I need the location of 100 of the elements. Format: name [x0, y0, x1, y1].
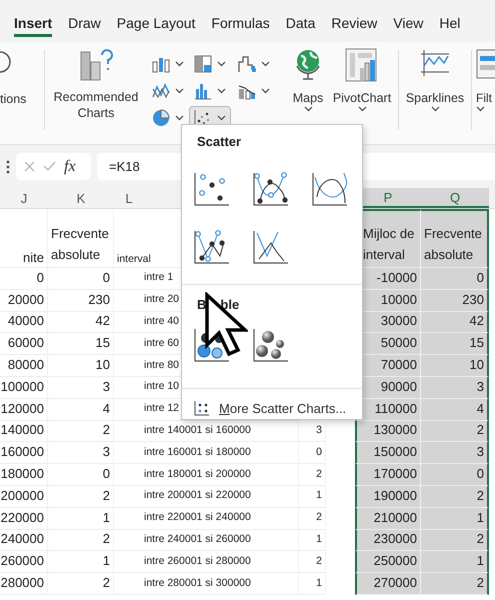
pivotchart-button[interactable]: PivotChart [330, 48, 394, 138]
table-cell: 2 [421, 530, 489, 552]
caret-icon [261, 88, 270, 94]
table-cell: 230000 [355, 530, 421, 552]
ribbon-tab[interactable]: View [393, 15, 424, 37]
table-cell: 3 [421, 376, 489, 399]
section-title: ble [220, 297, 240, 314]
caret-icon [476, 106, 485, 112]
table-cell: 10 [48, 355, 114, 377]
header-cell: Frecvente absolute [48, 209, 114, 268]
ribbon-tab[interactable]: Insert [14, 15, 52, 37]
table-cell: 0 [48, 268, 114, 290]
caret-icon [175, 88, 184, 94]
table-cell: 2 [299, 508, 326, 530]
maps-button[interactable]: Maps [286, 48, 330, 138]
section-title: Scatter [197, 134, 242, 151]
table-cell: 190000 [355, 486, 421, 508]
table-cell: 2 [48, 530, 114, 552]
table-cell: 0 [0, 268, 48, 290]
table-cell: 10 [421, 355, 489, 377]
table-cell: 0 [421, 464, 489, 486]
ribbon-tab[interactable]: Data [286, 15, 316, 37]
table-cell: 1 [421, 508, 489, 530]
insert-function-button[interactable]: fx [64, 158, 76, 176]
table-cell: 2 [421, 573, 489, 595]
table-cell: 1 [48, 551, 114, 574]
table-cell: 1 [299, 530, 326, 552]
more-options-icon[interactable] [6, 160, 10, 174]
caret-icon [430, 106, 440, 112]
table-cell: intre 260001 si 280000 [114, 551, 299, 574]
table-cell: 2 [421, 420, 489, 442]
waterfall-chart-icon [237, 54, 257, 74]
table-cell: 170000 [355, 464, 421, 486]
table-cell: 230 [48, 290, 114, 312]
table-cell: 4 [48, 398, 114, 421]
checkmark-icon[interactable] [43, 161, 56, 172]
column-header[interactable]: L [114, 188, 144, 208]
table-cell: intre 140001 si 160000 [114, 420, 299, 442]
table-cell: intre 160001 si 180000 [114, 442, 299, 464]
table-cell: 120000 [0, 398, 48, 421]
table-cell: intre 180001 si 200000 [114, 464, 299, 486]
ribbon-tab[interactable]: Review [331, 15, 378, 37]
table-cell: 1 [48, 508, 114, 530]
table-cell: intre 240001 si 260000 [114, 530, 299, 552]
table-cell: 250000 [355, 551, 421, 574]
table-cell: 42 [48, 312, 114, 334]
table-cell: 220000 [0, 508, 48, 530]
column-header[interactable]: K [48, 188, 114, 208]
table-cell: intre 220001 si 240000 [114, 508, 299, 530]
table-cell: 1 [299, 573, 326, 595]
sparklines-button[interactable]: Sparklines [407, 48, 463, 138]
table-cell: 260000 [0, 551, 48, 574]
column-header[interactable]: J [0, 188, 48, 208]
table-cell: 2 [48, 486, 114, 508]
table-cell: intre 280001 si 300000 [114, 573, 299, 595]
caret-icon [217, 61, 226, 67]
table-cell: 0 [299, 442, 326, 464]
ribbon-tab[interactable]: Draw [68, 15, 101, 37]
table-cell: 0 [421, 268, 489, 290]
table-cell: 3 [299, 420, 326, 442]
table-cell: 1 [299, 486, 326, 508]
table-cell: 80000 [0, 355, 48, 377]
table-cell: 2 [48, 420, 114, 442]
smooth-line-markers-icon [252, 169, 290, 208]
sparkline-icon [418, 48, 452, 78]
table-cell: 42 [421, 312, 489, 334]
table-cell: 270000 [355, 573, 421, 595]
table-cell: 15 [48, 333, 114, 356]
table-cell: 2 [421, 486, 489, 508]
column-header[interactable]: Q [421, 188, 489, 208]
filters-button[interactable]: Filt [476, 48, 495, 138]
recommended-charts-button[interactable]: Recommended Charts [53, 48, 139, 138]
table-cell: 3 [48, 376, 114, 399]
ribbon-tab[interactable]: Hel [439, 15, 460, 37]
table-cell: 4 [421, 398, 489, 421]
group-label[interactable]: tions [0, 91, 26, 107]
table-cell: 1 [421, 551, 489, 574]
table-cell: 3 [421, 442, 489, 464]
caret-icon [304, 106, 312, 112]
pie-chart-icon [151, 108, 171, 128]
table-cell: 100000 [0, 376, 48, 399]
table-cell: 200000 [0, 486, 48, 508]
table-cell: 160000 [0, 442, 48, 464]
table-cell: 280000 [0, 573, 48, 595]
table-cell: 2 [48, 573, 114, 595]
ribbon-tab[interactable]: Page Layout [116, 15, 196, 37]
table-cell: intre 200001 si 220000 [114, 486, 299, 508]
table-cell: 0 [48, 464, 114, 486]
table-cell: 180000 [0, 464, 48, 486]
table-cell: 20000 [0, 290, 48, 312]
caret-icon [175, 61, 184, 67]
chart-option[interactable] [193, 227, 231, 266]
caret-icon [358, 106, 366, 112]
chart-question-icon [78, 48, 114, 82]
ribbon-tab[interactable]: Formulas [211, 15, 270, 37]
caret-icon [175, 115, 184, 121]
table-cell: 2 [299, 551, 326, 574]
table-cell: 130000 [355, 420, 421, 442]
chart-option[interactable] [252, 169, 290, 208]
header-cell: nite [0, 209, 48, 268]
